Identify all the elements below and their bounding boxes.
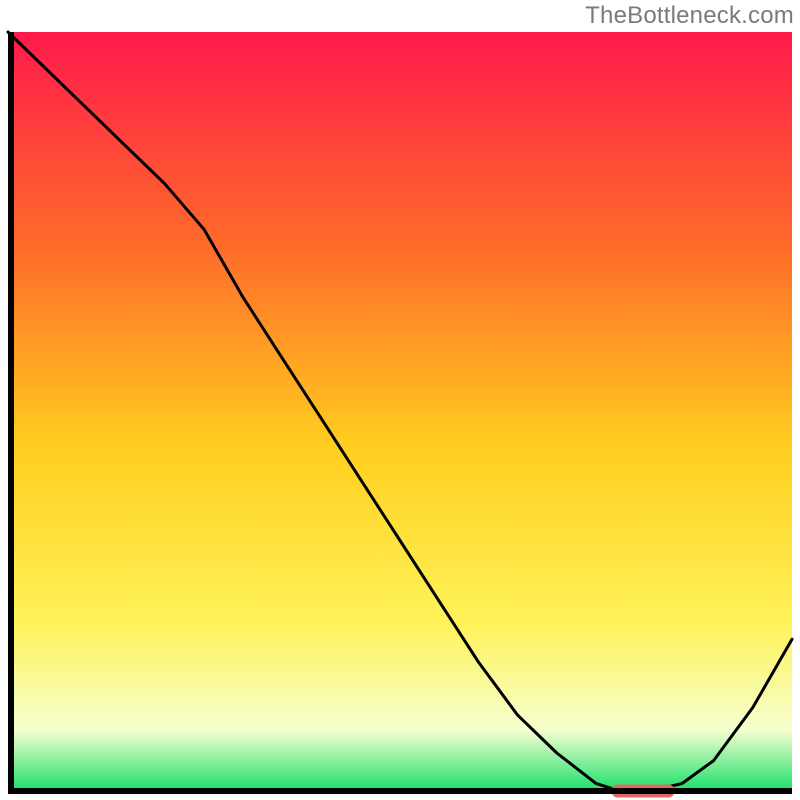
y-axis — [8, 32, 14, 794]
chart-svg — [8, 32, 792, 791]
watermark-text: TheBottleneck.com — [585, 2, 794, 30]
x-axis — [8, 788, 792, 794]
chart-container: { "watermark": "TheBottleneck.com", "col… — [0, 0, 800, 800]
